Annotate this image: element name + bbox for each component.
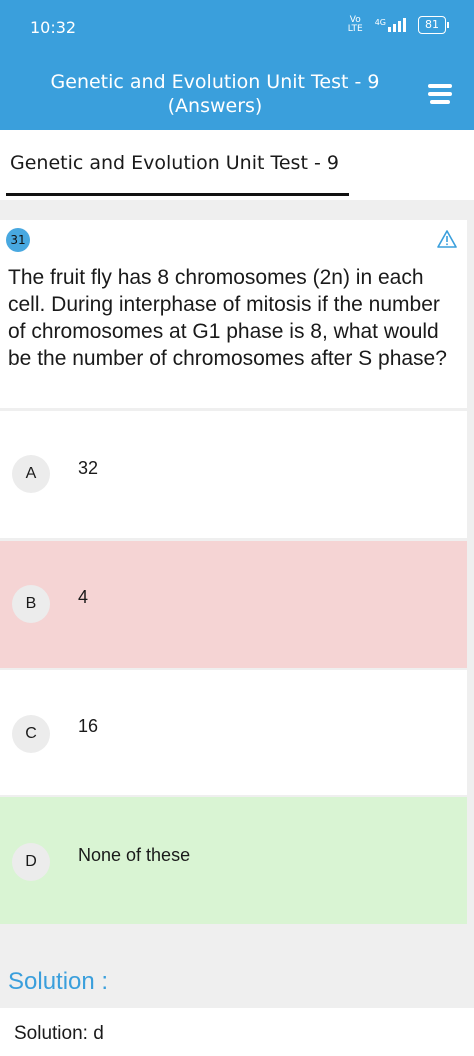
signal-icon: 4G (375, 18, 406, 32)
option-letter: C (12, 715, 50, 753)
option-text: 16 (78, 716, 99, 736)
option-letter: D (12, 843, 50, 881)
question-text: The fruit fly has 8 chromosomes (2n) in … (8, 266, 447, 370)
option-text: 4 (78, 587, 89, 607)
option-c[interactable]: C 16 (0, 670, 467, 795)
question-number-badge: 31 (6, 228, 30, 252)
option-a[interactable]: A 32 (0, 411, 467, 538)
menu-icon[interactable] (428, 84, 452, 108)
option-letter: A (12, 455, 50, 493)
battery-icon: 81 (418, 16, 449, 34)
status-icons: Vo LTE 4G 81 (347, 15, 449, 34)
status-time: 10:32 (30, 18, 77, 37)
solution-heading: Solution : (8, 968, 109, 995)
option-b[interactable]: B 4 (0, 541, 467, 668)
tab-active-indicator (6, 193, 349, 196)
volte-indicator: Vo LTE (347, 15, 363, 34)
option-d[interactable]: D None of these (0, 797, 467, 924)
option-text: None of these (78, 845, 191, 865)
option-text: 32 (78, 458, 99, 478)
network-type: 4G (374, 18, 386, 27)
solution-text: Solution: d (14, 1023, 104, 1044)
app-header: 10:32 Vo LTE 4G 81 Genetic and Evolution… (0, 0, 474, 130)
tab-test-title[interactable]: Genetic and Evolution Unit Test - 9 (10, 152, 339, 174)
warning-icon[interactable] (437, 230, 457, 248)
option-letter: B (12, 585, 50, 623)
page-title: Genetic and Evolution Unit Test - 9 (Ans… (50, 71, 380, 117)
battery-level: 81 (425, 18, 439, 31)
